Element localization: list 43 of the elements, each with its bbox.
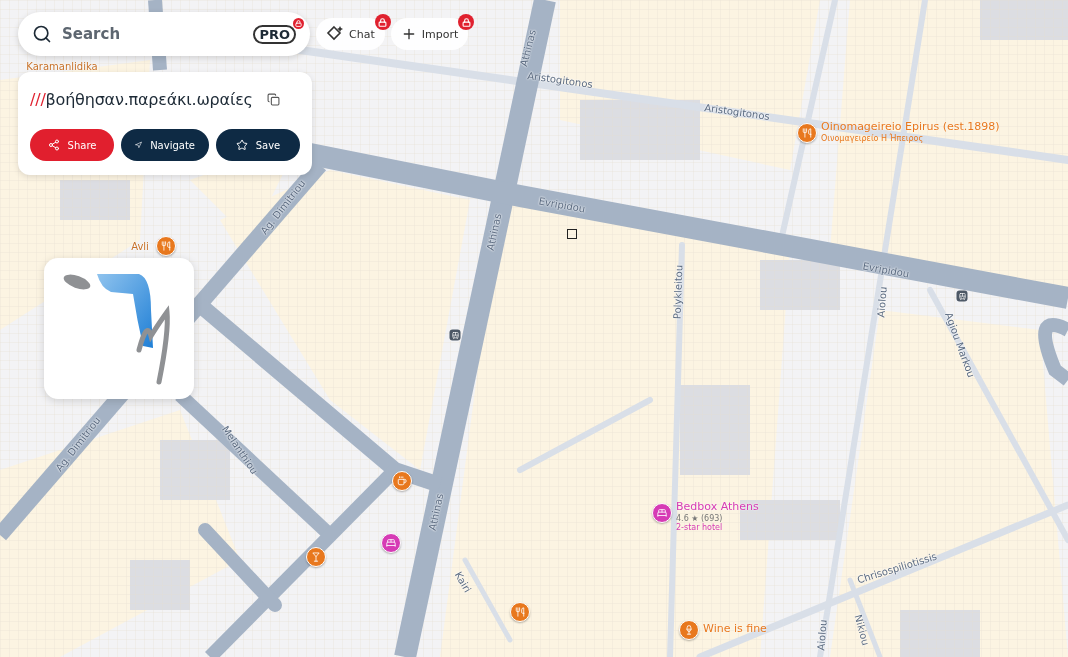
location-words: ///βοήθησαν.παρεάκι.ωραίες <box>30 90 253 109</box>
transit-icon <box>449 329 461 341</box>
street-label: Agiou Markou <box>943 311 977 379</box>
place-rating: 4.6 ★ (693) <box>676 513 724 523</box>
place-subtitle: 2-star hotel <box>676 522 724 532</box>
search-field[interactable]: Search PRO <box>18 12 310 56</box>
star-icon <box>235 139 248 151</box>
navigate-button[interactable]: Navigate <box>121 129 209 161</box>
street-label: Aristogitonos <box>526 69 594 91</box>
street-label: Evripidou <box>537 195 587 215</box>
street-label: Evripidou <box>861 260 911 280</box>
street-label: Aiolou <box>875 286 889 318</box>
bed-icon <box>657 508 667 518</box>
street-label: Nikiou <box>852 613 872 647</box>
street-label: Polykleitou <box>671 264 685 320</box>
street-label: Aiolou <box>815 619 829 651</box>
bed-icon <box>386 538 396 548</box>
place-subtitle: Οινομαγειρείο Η Ήπειρος <box>821 133 925 143</box>
place-name[interactable]: Bedbox Athens <box>676 501 759 514</box>
street-label: Aristogitonos <box>703 101 771 123</box>
navigation-arrow-icon <box>135 139 143 151</box>
search-icon <box>32 24 52 44</box>
copy-icon[interactable] <box>266 93 280 106</box>
transit-icon <box>956 290 968 302</box>
place-label: Karamanlidika <box>26 60 98 72</box>
share-button[interactable]: Share <box>30 129 114 161</box>
street-label: Athinas <box>484 212 504 252</box>
street-label: Athinas <box>518 28 538 68</box>
cocktail-glass-icon <box>311 552 321 562</box>
wine-glass-icon <box>684 625 694 635</box>
pro-badge[interactable]: PRO <box>253 24 296 44</box>
utensils-icon <box>515 607 525 617</box>
street-label: Athinas <box>426 492 446 532</box>
chat-icon <box>326 25 344 43</box>
cup-icon <box>397 476 407 486</box>
import-button[interactable]: Import <box>390 18 469 50</box>
save-button[interactable]: Save <box>216 129 300 161</box>
share-icon <box>47 139 60 151</box>
utensils-icon <box>802 128 812 138</box>
selected-square-marker <box>567 229 577 239</box>
chat-button[interactable]: Chat <box>316 18 385 50</box>
place-label: Avli <box>131 240 149 252</box>
utensils-icon <box>161 241 171 251</box>
